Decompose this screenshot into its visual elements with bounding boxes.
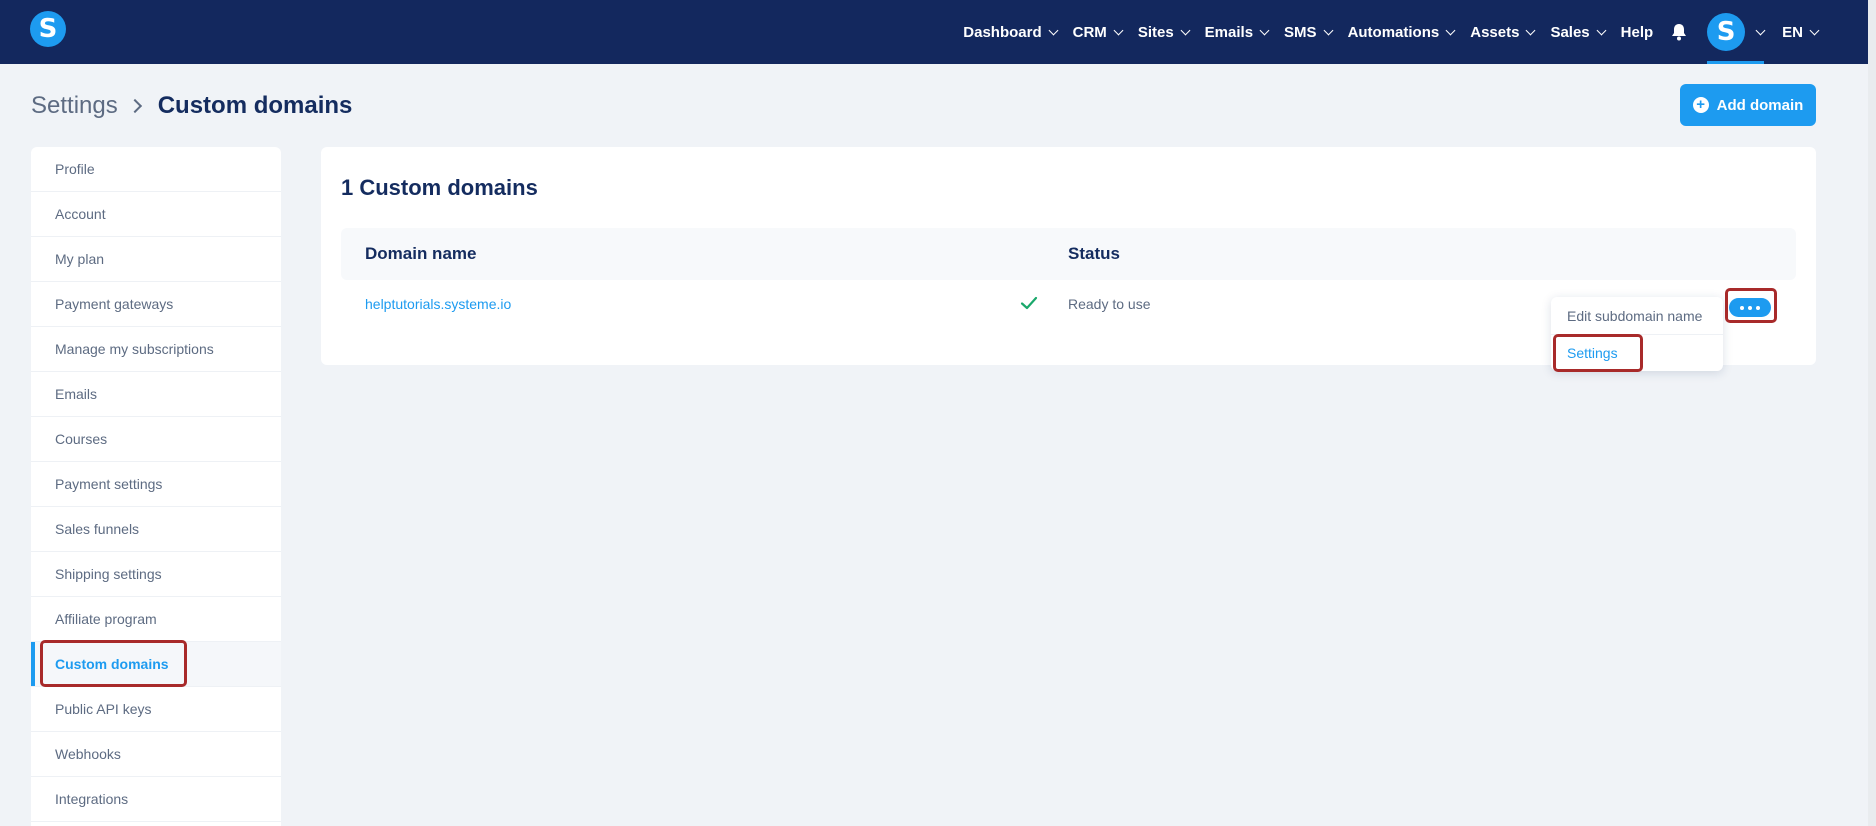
nav-automations[interactable]: Automations	[1347, 23, 1456, 41]
nav-label: Emails	[1204, 23, 1254, 41]
nav-label: Dashboard	[963, 23, 1042, 41]
avatar-chevron	[1749, 25, 1766, 35]
sidebar-item-label: Payment settings	[55, 476, 163, 492]
page-scrollbar[interactable]	[1868, 0, 1876, 826]
sidebar-item-label: Affiliate program	[55, 611, 157, 627]
systeme-logo[interactable]: S	[30, 11, 66, 47]
sidebar-item-label: Profile	[55, 161, 95, 177]
chevron-right-icon	[127, 98, 142, 114]
sidebar-item-custom-domains[interactable]: Custom domains	[31, 642, 281, 687]
breadcrumb-settings[interactable]: Settings	[31, 92, 118, 120]
sidebar-item-my-plan[interactable]: My plan	[31, 237, 281, 282]
nav-label: Sales	[1550, 23, 1590, 41]
page-title: Custom domains	[157, 92, 353, 119]
more-dots-icon	[1748, 305, 1752, 310]
sidebar-item-emails[interactable]: Emails	[31, 372, 281, 417]
actions-dropdown: Edit subdomain name Settings	[1551, 297, 1723, 371]
nav-assets[interactable]: Assets	[1470, 23, 1536, 41]
sidebar-item-payment-settings[interactable]: Payment settings	[31, 462, 281, 507]
sidebar-item-manage-subscriptions[interactable]: Manage my subscriptions	[31, 327, 281, 372]
nav-label: Assets	[1470, 23, 1520, 41]
sidebar-item-account[interactable]: Account	[31, 192, 281, 237]
nav-sales[interactable]: Sales	[1550, 23, 1607, 41]
status-text: Ready to use	[1068, 296, 1151, 312]
nav-label: SMS	[1284, 23, 1317, 41]
nav-emails[interactable]: Emails	[1204, 23, 1270, 41]
sidebar-item-payment-gateways[interactable]: Payment gateways	[31, 282, 281, 327]
nav-help[interactable]: Help	[1621, 24, 1654, 41]
chevron-down-icon	[1113, 25, 1124, 35]
nav-dashboard[interactable]: Dashboard	[963, 23, 1059, 41]
avatar: S	[1707, 13, 1746, 51]
chevron-down-icon	[1445, 25, 1456, 35]
menu-item-settings[interactable]: Settings	[1551, 334, 1723, 371]
breadcrumb: Settings Custom domains	[31, 92, 352, 120]
chevron-down-icon	[1323, 25, 1334, 35]
domain-link[interactable]: helptutorials.systeme.io	[365, 296, 511, 312]
chevron-down-icon	[1180, 25, 1191, 35]
sidebar-item-sales-funnels[interactable]: Sales funnels	[31, 507, 281, 552]
column-domain-name: Domain name	[365, 244, 477, 263]
sidebar-item-label: Integrations	[55, 791, 129, 807]
more-actions-button[interactable]	[1729, 298, 1771, 317]
sidebar-item-label: My plan	[55, 251, 105, 267]
main-nav: Dashboard CRM Sites Emails SMS Automatio…	[947, 0, 1820, 64]
language-label: EN	[1782, 23, 1803, 41]
sidebar-item-webhooks[interactable]: Webhooks	[31, 732, 281, 777]
sidebar-item-label: Manage my subscriptions	[55, 341, 214, 357]
top-navigation-bar: S Dashboard CRM Sites Emails SMS Automat…	[0, 0, 1876, 64]
chevron-down-icon	[1048, 25, 1059, 35]
menu-item-edit-subdomain[interactable]: Edit subdomain name	[1551, 297, 1723, 334]
sidebar-item-label: Public API keys	[55, 701, 152, 717]
sidebar-item-label: Emails	[55, 386, 98, 402]
sidebar-item-label: Sales funnels	[55, 521, 140, 537]
chevron-down-icon	[1755, 25, 1766, 35]
sidebar-item-public-api-keys[interactable]: Public API keys	[31, 687, 281, 732]
nav-crm[interactable]: CRM	[1072, 23, 1124, 41]
more-dots-icon	[1756, 305, 1760, 310]
chevron-down-icon	[1809, 25, 1820, 35]
check-icon	[1019, 293, 1039, 313]
sidebar-item-label: Shipping settings	[55, 566, 162, 582]
column-status: Status	[1068, 244, 1120, 263]
avatar-letter: S	[1716, 17, 1736, 47]
sidebar-item-label: Payment gateways	[55, 296, 174, 312]
chevron-down-icon	[1259, 25, 1270, 35]
settings-sidebar: Profile Account My plan Payment gateways…	[31, 147, 281, 826]
add-domain-label: Add domain	[1716, 96, 1804, 114]
nav-sms[interactable]: SMS	[1284, 23, 1334, 41]
chevron-down-icon	[1596, 25, 1607, 35]
sidebar-item-label: Webhooks	[55, 746, 121, 762]
nav-sites[interactable]: Sites	[1137, 23, 1191, 41]
logo-letter: S	[38, 14, 58, 44]
sidebar-item-integrations[interactable]: Integrations	[31, 777, 281, 822]
sidebar-item-profile[interactable]: Profile	[31, 147, 281, 192]
user-menu[interactable]: S	[1707, 0, 1766, 64]
sidebar-item-courses[interactable]: Courses	[31, 417, 281, 462]
sidebar-item-label: Courses	[55, 431, 108, 447]
nav-label: Help	[1620, 23, 1654, 41]
nav-label: Automations	[1347, 23, 1440, 41]
chevron-down-icon	[1525, 25, 1536, 35]
bell-icon[interactable]	[1671, 23, 1687, 41]
sidebar-item-label: Account	[55, 206, 106, 222]
card-title: 1 Custom domains	[341, 175, 538, 200]
plus-circle-icon: +	[1692, 97, 1709, 113]
sidebar-item-label: Custom domains	[55, 656, 169, 672]
sidebar-item-shipping-settings[interactable]: Shipping settings	[31, 552, 281, 597]
add-domain-button[interactable]: + Add domain	[1680, 84, 1816, 126]
table-header: Domain name Status	[341, 228, 1796, 280]
nav-label: Sites	[1137, 23, 1174, 41]
language-selector[interactable]: EN	[1782, 23, 1820, 41]
nav-label: CRM	[1072, 23, 1107, 41]
sidebar-item-affiliate-program[interactable]: Affiliate program	[31, 597, 281, 642]
more-dots-icon	[1740, 305, 1744, 310]
